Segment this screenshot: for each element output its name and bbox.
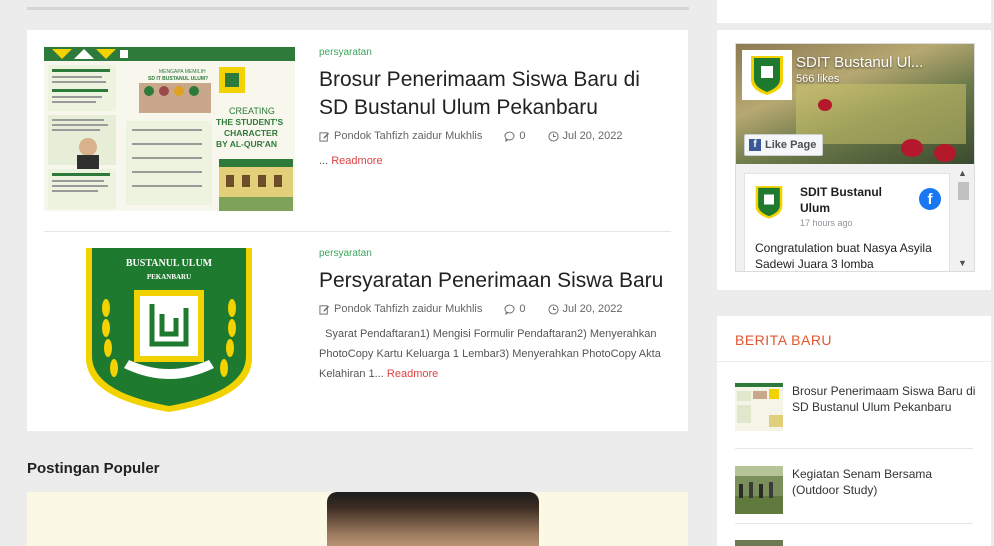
post-divider xyxy=(44,231,671,232)
popular-post-image[interactable] xyxy=(27,492,688,546)
post-excerpt: Syarat Pendaftaran1) Mengisi Formulir Pe… xyxy=(319,324,674,384)
logo-text-bottom: PEKANBARU xyxy=(147,273,191,281)
facebook-cover-photo[interactable]: SDIT Bustanul Ul... 566 likes f Like Pag… xyxy=(736,44,974,164)
post-item: MENGAPA MEMILIH SD IT BUSTANUL ULUM? CRE… xyxy=(44,47,671,231)
readmore-link[interactable]: Readmore xyxy=(387,368,438,380)
post-comments[interactable]: 0 xyxy=(504,130,526,142)
post-category[interactable]: persyaratan xyxy=(319,47,674,59)
brochure-image: MENGAPA MEMILIH SD IT BUSTANUL ULUM? CRE… xyxy=(44,47,295,211)
facebook-post-text: Congratulation buat Nasya Asyila Sadewi … xyxy=(755,241,932,271)
like-page-label: Like Page xyxy=(765,139,817,151)
post-excerpt-text: Syarat Pendaftaran1) Mengisi Formulir Pe… xyxy=(319,328,661,380)
brochure-headline-school: SD IT BUSTANUL ULUM? xyxy=(148,76,208,82)
post-comment-count: 0 xyxy=(519,130,526,142)
school-crest-icon xyxy=(755,186,783,219)
post-date-text: Jul 20, 2022 xyxy=(562,303,623,315)
facebook-f-icon: f xyxy=(749,139,761,151)
top-divider xyxy=(27,0,689,10)
facebook-page-logo[interactable] xyxy=(742,50,792,100)
news-thumbnail[interactable] xyxy=(735,466,783,514)
facebook-page-plugin: SDIT Bustanul Ul... 566 likes f Like Pag… xyxy=(735,43,975,272)
news-item[interactable]: Kegiatan Senam Bersama (Outdoor Study) xyxy=(735,466,973,514)
comment-icon xyxy=(504,304,515,315)
brochure-headline-top: MENGAPA MEMILIH xyxy=(159,69,206,75)
post-list: MENGAPA MEMILIH SD IT BUSTANUL ULUM? CRE… xyxy=(27,30,688,431)
post-category[interactable]: persyaratan xyxy=(319,248,674,260)
post-comments[interactable]: 0 xyxy=(504,303,526,315)
post-title[interactable]: Brosur Penerimaam Siswa Baru di SD Busta… xyxy=(319,66,674,122)
facebook-page-name[interactable]: SDIT Bustanul Ul... xyxy=(796,54,923,71)
widget-title-divider xyxy=(717,361,991,362)
facebook-likes-count: 566 likes xyxy=(796,73,840,85)
facebook-scrollbar[interactable]: ▲ ▼ xyxy=(955,166,972,270)
post-date-text: Jul 20, 2022 xyxy=(562,130,623,142)
clock-icon xyxy=(547,130,559,142)
post-meta: Pondok Tahfizh zaidur Mukhlis 0 Jul 20, … xyxy=(319,130,674,142)
facebook-icon[interactable]: f xyxy=(919,188,941,210)
comment-icon xyxy=(504,131,515,142)
like-page-button[interactable]: f Like Page xyxy=(744,134,824,156)
clock-icon xyxy=(547,303,559,315)
school-logo-image: BUSTANUL ULUM PEKANBARU xyxy=(86,248,252,412)
post-item: BUSTANUL ULUM PEKANBARU persyaratan Pers… xyxy=(44,248,671,412)
post-excerpt: ... Readmore xyxy=(319,151,674,171)
facebook-post-author[interactable]: SDIT Bustanul Ulum xyxy=(800,184,900,216)
post-author: Pondok Tahfizh zaidur Mukhlis xyxy=(319,303,482,315)
cover-flower xyxy=(901,139,923,157)
cover-flower xyxy=(818,99,832,111)
post-meta: Pondok Tahfizh zaidur Mukhlis 0 Jul 20, … xyxy=(319,303,674,315)
facebook-widget: SDIT Bustanul Ul... 566 likes f Like Pag… xyxy=(717,30,991,290)
brochure-tag-1: CREATING xyxy=(229,106,275,116)
post-thumbnail[interactable]: MENGAPA MEMILIH SD IT BUSTANUL ULUM? CRE… xyxy=(44,47,295,211)
brochure-tag-3: CHARACTER xyxy=(224,128,278,138)
logo-text-top: BUSTANUL ULUM xyxy=(126,258,213,269)
news-item-partial[interactable] xyxy=(735,540,973,546)
news-item-title[interactable]: Kegiatan Senam Bersama (Outdoor Study) xyxy=(792,466,977,498)
sidebar-widget-top xyxy=(717,0,991,23)
brochure-tag-2: THE STUDENT'S xyxy=(216,117,284,127)
school-crest-icon xyxy=(751,56,783,95)
berita-baru-widget: BERITA BARU Brosur Penerimaam Siswa Baru… xyxy=(717,316,991,546)
facebook-post-avatar[interactable] xyxy=(753,184,785,220)
facebook-post-time[interactable]: 17 hours ago xyxy=(800,218,853,228)
edit-icon xyxy=(319,131,330,142)
cover-flower xyxy=(934,144,956,162)
post-title[interactable]: Persyaratan Penerimaan Siswa Baru xyxy=(319,267,674,295)
post-thumbnail[interactable]: BUSTANUL ULUM PEKANBARU xyxy=(44,248,295,412)
post-date: Jul 20, 2022 xyxy=(547,130,623,142)
news-item[interactable]: Brosur Penerimaam Siswa Baru di SD Busta… xyxy=(735,383,975,431)
edit-icon xyxy=(319,304,330,315)
brochure-tag-4: BY AL-QUR'AN xyxy=(216,139,277,149)
popular-photo xyxy=(327,492,539,546)
news-divider xyxy=(735,523,973,524)
post-author: Pondok Tahfizh zaidur Mukhlis xyxy=(319,130,482,142)
post-comment-count: 0 xyxy=(519,303,526,315)
news-thumbnail[interactable] xyxy=(735,383,783,431)
post-body: persyaratan Brosur Penerimaam Siswa Baru… xyxy=(319,47,674,171)
post-date: Jul 20, 2022 xyxy=(547,303,623,315)
news-item-title[interactable]: Brosur Penerimaam Siswa Baru di SD Busta… xyxy=(792,383,977,415)
post-author-name[interactable]: Pondok Tahfizh zaidur Mukhlis xyxy=(334,130,482,142)
scroll-up-icon[interactable]: ▲ xyxy=(958,168,967,178)
popular-section-title: Postingan Populer xyxy=(27,460,160,477)
post-body: persyaratan Persyaratan Penerimaan Siswa… xyxy=(319,248,674,384)
news-divider xyxy=(735,448,973,449)
post-excerpt-text: ... xyxy=(319,155,329,167)
scrollbar-thumb[interactable] xyxy=(958,182,969,200)
news-thumbnail[interactable] xyxy=(735,540,783,546)
scroll-down-icon[interactable]: ▼ xyxy=(958,258,967,268)
post-author-name[interactable]: Pondok Tahfizh zaidur Mukhlis xyxy=(334,303,482,315)
facebook-post[interactable]: SDIT Bustanul Ulum 17 hours ago f Congra… xyxy=(744,173,950,271)
readmore-link[interactable]: Readmore xyxy=(331,155,382,167)
berita-baru-title: BERITA BARU xyxy=(735,332,833,348)
